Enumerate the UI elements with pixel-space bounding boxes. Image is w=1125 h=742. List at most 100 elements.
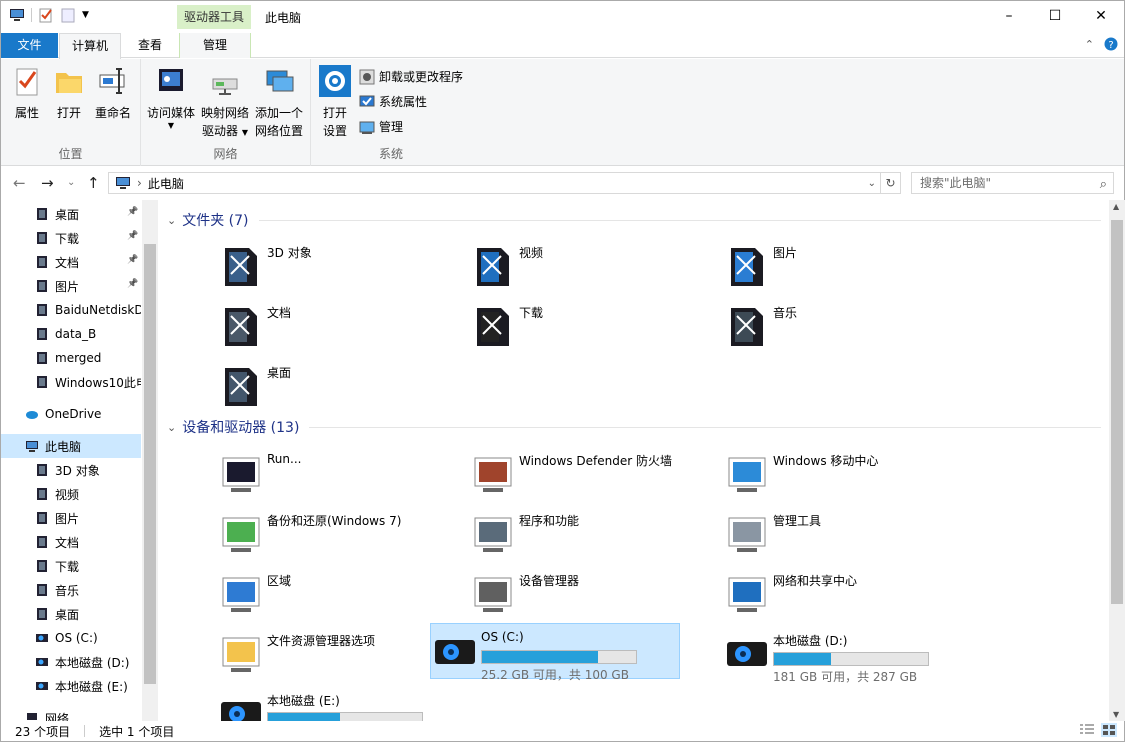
folder-item[interactable]: 音乐: [723, 298, 973, 356]
pin-icon[interactable]: 📌: [127, 279, 138, 289]
nav-item[interactable]: 下载: [1, 554, 141, 578]
access-media-button[interactable]: 访问媒体 ▼: [145, 65, 197, 130]
maximize-button[interactable]: ☐: [1032, 1, 1078, 33]
back-icon[interactable]: ←: [13, 174, 26, 192]
minimize-button[interactable]: –: [986, 1, 1032, 33]
settings-gear-icon: [319, 65, 351, 97]
search-input[interactable]: 搜索"此电脑" ⌕: [911, 172, 1114, 194]
content-scrollbar[interactable]: ▲ ▼: [1109, 200, 1125, 721]
nav-item[interactable]: 下载: [1, 226, 141, 250]
open-button[interactable]: 打开: [51, 65, 87, 122]
device-item[interactable]: 备份和还原(Windows 7): [217, 506, 467, 564]
open-settings-button[interactable]: 打开 设置: [317, 65, 353, 140]
add-network-location-button[interactable]: 添加一个 网络位置: [253, 65, 305, 140]
folder-icon: [37, 304, 47, 316]
chevron-down-icon[interactable]: ⌄: [167, 421, 176, 434]
media-icon: [159, 69, 183, 91]
run-icon: [222, 457, 260, 492]
details-view-icon[interactable]: [1079, 723, 1095, 737]
drive-item[interactable]: 本地磁盘 (E:): [217, 686, 467, 721]
nav-scroll-thumb[interactable]: [144, 244, 156, 684]
nav-item[interactable]: 文档: [1, 530, 141, 554]
path-separator-icon[interactable]: ›: [137, 176, 142, 190]
folder-item[interactable]: 视频: [469, 238, 719, 296]
breadcrumb-this-pc[interactable]: 此电脑: [148, 175, 184, 192]
tab-view[interactable]: 查看: [125, 33, 175, 58]
tab-manage[interactable]: 管理: [179, 33, 251, 58]
scroll-up-icon[interactable]: ▲: [1113, 202, 1119, 211]
folder-item[interactable]: 下载: [469, 298, 719, 356]
svg-text:?: ?: [1108, 40, 1113, 51]
collapse-ribbon-icon[interactable]: ⌃: [1085, 38, 1094, 51]
chevron-down-icon[interactable]: ⌄: [167, 214, 176, 227]
nav-item[interactable]: BaiduNetdiskD: [1, 298, 141, 322]
nav-item[interactable]: Windows10此电: [1, 370, 141, 394]
folder-item[interactable]: 文档: [217, 298, 467, 356]
address-dropdown-icon[interactable]: ⌄: [868, 178, 876, 189]
manage-icon: [359, 121, 375, 134]
device-item[interactable]: 区域: [217, 566, 467, 624]
drive-icon: [36, 682, 48, 690]
uninstall-button[interactable]: 卸载或更改程序: [359, 68, 463, 85]
large-icons-view-icon[interactable]: [1101, 723, 1117, 737]
up-icon[interactable]: ↑: [87, 174, 100, 192]
nav-item[interactable]: 视频: [1, 482, 141, 506]
group-location-label: 位置: [58, 147, 83, 161]
devices-section-header[interactable]: ⌄ 设备和驱动器 (13): [167, 417, 1101, 437]
system-properties-button[interactable]: 系统属性: [359, 93, 427, 110]
properties-button[interactable]: 属性: [9, 65, 45, 122]
tab-computer[interactable]: 计算机: [59, 33, 121, 59]
nav-item[interactable]: 文档: [1, 250, 141, 274]
refresh-icon[interactable]: ↻: [881, 172, 901, 194]
nav-item[interactable]: 图片: [1, 506, 141, 530]
pin-icon[interactable]: 📌: [127, 255, 138, 265]
nav-item[interactable]: OS (C:): [1, 626, 141, 650]
close-button[interactable]: ✕: [1078, 1, 1124, 33]
folder-item[interactable]: 桌面: [217, 358, 467, 416]
pin-icon[interactable]: 📌: [127, 207, 138, 217]
nav-scrollbar[interactable]: [142, 200, 158, 721]
nav-item[interactable]: OneDrive: [1, 402, 141, 426]
device-item[interactable]: Windows Defender 防火墙: [469, 446, 719, 504]
folders-section-header[interactable]: ⌄ 文件夹 (7): [167, 210, 1101, 230]
tab-file[interactable]: 文件: [1, 33, 58, 58]
nav-item[interactable]: merged: [1, 346, 141, 370]
nav-item[interactable]: 此电脑: [1, 434, 141, 458]
drive-item[interactable]: OS (C:) 25.2 GB 可用，共 100 GB: [430, 623, 680, 682]
item-label: 区域: [267, 574, 292, 588]
address-box[interactable]: › 此电脑 ⌄: [108, 172, 881, 194]
computer-icon[interactable]: [9, 7, 25, 23]
nav-item[interactable]: 本地磁盘 (D:): [1, 650, 141, 674]
qat-dropdown-icon[interactable]: ▼: [82, 10, 89, 20]
nav-item-label: 下载: [55, 559, 80, 574]
nav-item[interactable]: 3D 对象: [1, 458, 141, 482]
content-scroll-thumb[interactable]: [1111, 220, 1123, 604]
device-item[interactable]: 设备管理器: [469, 566, 719, 624]
map-network-drive-button[interactable]: 映射网络 驱动器 ▼: [199, 65, 251, 142]
pin-icon[interactable]: 📌: [127, 231, 138, 241]
device-item[interactable]: 程序和功能: [469, 506, 719, 564]
manage-button[interactable]: 管理: [359, 118, 403, 135]
device-item[interactable]: Windows 移动中心: [723, 446, 973, 504]
nav-item[interactable]: 桌面: [1, 202, 141, 226]
recent-dropdown-icon[interactable]: ⌄: [67, 177, 75, 188]
drive-item[interactable]: 本地磁盘 (D:) 181 GB 可用，共 287 GB: [723, 626, 973, 684]
scroll-down-icon[interactable]: ▼: [1113, 710, 1119, 719]
new-folder-icon[interactable]: [60, 7, 76, 23]
nav-item[interactable]: 桌面: [1, 602, 141, 626]
rename-button[interactable]: 重命名: [91, 65, 135, 122]
help-icon[interactable]: ?: [1104, 37, 1118, 51]
device-item[interactable]: Run...: [217, 446, 467, 504]
nav-item[interactable]: 本地磁盘 (E:): [1, 674, 141, 698]
desktop-folder-icon: [225, 368, 257, 406]
forward-icon[interactable]: →: [41, 174, 54, 192]
folder-item[interactable]: 图片: [723, 238, 973, 296]
nav-item[interactable]: 网络: [1, 706, 141, 721]
device-item[interactable]: 管理工具: [723, 506, 973, 564]
nav-item[interactable]: data_B: [1, 322, 141, 346]
nav-item[interactable]: 图片: [1, 274, 141, 298]
folder-item[interactable]: 3D 对象: [217, 238, 467, 296]
nav-item[interactable]: 音乐: [1, 578, 141, 602]
properties-icon[interactable]: [38, 7, 54, 23]
device-item[interactable]: 网络和共享中心: [723, 566, 973, 624]
